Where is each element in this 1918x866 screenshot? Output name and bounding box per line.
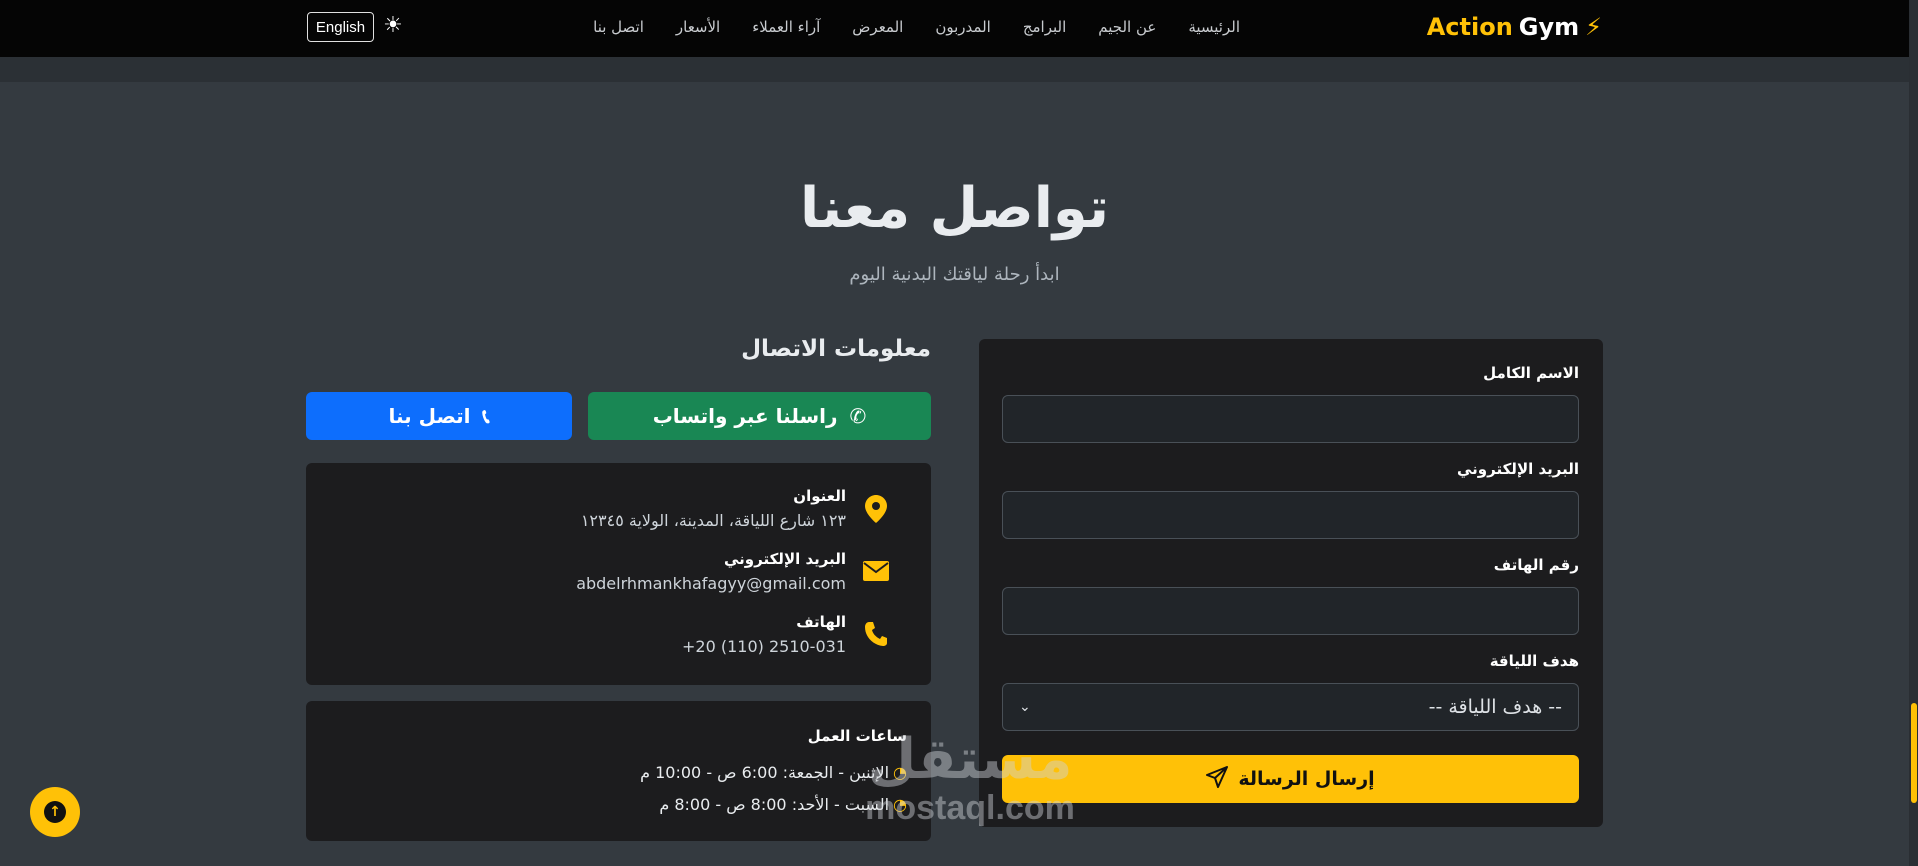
name-label: الاسم الكامل xyxy=(1483,364,1579,382)
submit-button-label: إرسال الرسالة xyxy=(1238,768,1375,790)
navbar: Action Gym ⚡ الرئيسية عن الجيم البرامج ا… xyxy=(0,0,1909,57)
contact-form: الاسم الكامل البريد الإلكتروني رقم الهات… xyxy=(979,339,1603,827)
nav-link-gallery[interactable]: المعرض xyxy=(852,18,903,36)
goal-label: هدف اللياقة xyxy=(1489,652,1579,670)
clock-icon: ◔ xyxy=(893,795,907,814)
phone-value[interactable]: +20 (110) 2510-031 xyxy=(682,637,846,656)
hours-weekdays-text: الإثنين - الجمعة: 6:00 ص - 10:00 م xyxy=(640,763,890,782)
brand-action: Action xyxy=(1426,13,1513,41)
hours-row-weekdays: ◔ الإثنين - الجمعة: 6:00 ص - 10:00 م xyxy=(640,763,907,782)
contact-info-heading: معلومات الاتصال xyxy=(741,336,931,362)
contact-address: العنوان ١٢٣ شارع اللياقة، المدينة، الولا… xyxy=(329,487,909,537)
brand-gym: Gym xyxy=(1518,13,1580,41)
address-value: ١٢٣ شارع اللياقة، المدينة، الولاية ١٢٣٤٥ xyxy=(580,511,846,530)
fitness-goal-select[interactable]: ⌄ -- هدف اللياقة -- xyxy=(1002,683,1579,731)
scrollbar[interactable] xyxy=(1909,0,1918,866)
paper-plane-icon xyxy=(1206,765,1229,793)
call-button[interactable]: 📞︎ اتصل بنا xyxy=(306,392,572,440)
scrollbar-thumb[interactable] xyxy=(1911,703,1917,803)
email-label: البريد الإلكتروني xyxy=(1457,460,1579,478)
brand-logo[interactable]: Action Gym ⚡ xyxy=(1417,10,1602,44)
whatsapp-button[interactable]: ✆ راسلنا عبر واتساب xyxy=(588,392,931,440)
contact-phone: الهاتف +20 (110) 2510-031 xyxy=(329,613,909,663)
map-pin-icon xyxy=(863,495,889,523)
whatsapp-button-label: راسلنا عبر واتساب xyxy=(652,404,838,428)
nav-link-contact[interactable]: اتصل بنا xyxy=(593,18,644,36)
submit-button[interactable]: إرسال الرسالة xyxy=(1002,755,1579,803)
contact-details-card: العنوان ١٢٣ شارع اللياقة، المدينة، الولا… xyxy=(306,463,931,685)
page-subtitle: ابدأ رحلة لياقتك البدنية اليوم xyxy=(849,264,1060,285)
fitness-goal-selected: -- هدف اللياقة -- xyxy=(1428,696,1562,718)
nav-link-about[interactable]: عن الجيم xyxy=(1098,18,1156,36)
envelope-icon xyxy=(863,558,889,586)
nav-shadow-strip xyxy=(0,57,1909,82)
lightning-icon: ⚡ xyxy=(1585,13,1602,41)
nav-link-pricing[interactable]: الأسعار xyxy=(676,18,720,36)
email-label: البريد الإلكتروني xyxy=(724,550,846,568)
phone-label: الهاتف xyxy=(796,613,846,631)
nav-link-testimonials[interactable]: آراء العملاء xyxy=(752,18,820,36)
email-input[interactable] xyxy=(1002,491,1579,539)
language-toggle-button[interactable]: English xyxy=(307,12,374,42)
hours-weekend-text: السبت - الأحد: 8:00 ص - 8:00 م xyxy=(659,795,890,814)
nav-link-trainers[interactable]: المدربون xyxy=(935,18,990,36)
chevron-down-icon: ⌄ xyxy=(1019,699,1031,715)
sun-icon[interactable]: ☀ xyxy=(381,14,405,38)
hours-row-weekend: ◔ السبت - الأحد: 8:00 ص - 8:00 م xyxy=(659,795,907,814)
phone-icon xyxy=(863,621,889,649)
page-title: تواصل معنا xyxy=(799,176,1110,241)
working-hours-card: ساعات العمل ◔ الإثنين - الجمعة: 6:00 ص -… xyxy=(306,701,931,841)
back-to-top-button[interactable]: ↑ xyxy=(30,787,80,837)
email-value[interactable]: abdelrhmankhafagyy@gmail.com xyxy=(576,574,846,593)
full-name-input[interactable] xyxy=(1002,395,1579,443)
clock-icon: ◔ xyxy=(893,763,907,782)
working-hours-title: ساعات العمل xyxy=(807,727,907,745)
arrow-up-icon: ↑ xyxy=(44,801,66,823)
whatsapp-icon: ✆ xyxy=(849,404,867,428)
contact-email: البريد الإلكتروني abdelrhmankhafagyy@gma… xyxy=(329,550,909,600)
phone-input[interactable] xyxy=(1002,587,1579,635)
phone-label: رقم الهاتف xyxy=(1493,556,1579,574)
phone-icon: 📞︎ xyxy=(482,404,490,428)
call-button-label: اتصل بنا xyxy=(388,404,471,428)
nav-links: الرئيسية عن الجيم البرامج المدربون المعر… xyxy=(560,0,1240,54)
nav-link-home[interactable]: الرئيسية xyxy=(1188,18,1240,36)
nav-link-programs[interactable]: البرامج xyxy=(1023,18,1066,36)
address-label: العنوان xyxy=(793,487,846,505)
